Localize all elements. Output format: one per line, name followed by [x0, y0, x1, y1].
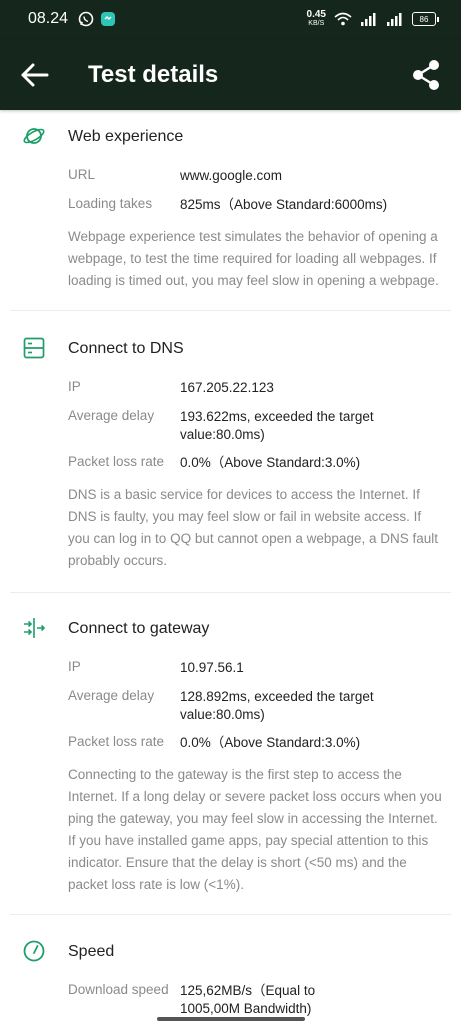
page-title: Test details — [88, 61, 219, 88]
wifi-icon — [334, 12, 352, 26]
section-description: DNS is a basic service for devices to ac… — [68, 487, 438, 568]
section-title: Connect to DNS — [68, 340, 184, 357]
packet-loss-value: 0.0%（Above Standard:3.0%) — [180, 735, 361, 750]
loading-value: 825ms（Above Standard:6000ms) — [180, 197, 388, 212]
network-speed-unit: KB/S — [308, 20, 325, 27]
section-title: Web experience — [68, 128, 184, 145]
loading-label: Loading takes — [68, 196, 153, 211]
share-icon[interactable] — [410, 58, 444, 92]
planet-icon — [23, 128, 45, 144]
section-description: Webpage experience test simulates the be… — [68, 229, 439, 288]
download-speed-value: 125,62MB/s（Equal to 1005,00M Bandwidth) — [180, 983, 316, 1016]
url-label: URL — [68, 167, 96, 182]
delay-value: 128.892ms, exceeded the target value:80.… — [180, 689, 374, 722]
ip-value: 167.205.22.123 — [180, 380, 274, 395]
section-connect-gateway: Connect to gateway IP 10.97.56.1 Average… — [0, 602, 461, 912]
app-bar: Test details — [0, 40, 461, 110]
signal-icon-1 — [361, 13, 376, 26]
gateway-arrows-icon — [24, 618, 46, 638]
packet-loss-value: 0.0%（Above Standard:3.0%) — [180, 455, 361, 470]
ip-value: 10.97.56.1 — [180, 660, 244, 675]
messenger-icon — [101, 12, 115, 26]
whatsapp-icon — [78, 11, 94, 27]
gesture-nav-bar[interactable] — [157, 1017, 305, 1021]
back-arrow-icon[interactable] — [20, 62, 50, 88]
section-web-experience: Web experience URL www.google.com Loadin… — [0, 110, 461, 310]
section-title: Speed — [68, 943, 115, 960]
battery-level: 86 — [419, 14, 429, 24]
section-connect-dns: Connect to DNS IP 167.205.22.123 Average… — [0, 322, 461, 588]
section-description: Connecting to the gateway is the first s… — [68, 767, 442, 892]
signal-icon-2 — [387, 13, 402, 26]
download-speed-label: Download speed — [68, 982, 169, 997]
divider — [10, 310, 451, 311]
delay-value: 193.622ms, exceeded the target value:80.… — [180, 409, 374, 442]
divider — [10, 592, 451, 593]
battery-icon: 86 — [412, 12, 439, 26]
network-speed-value: 0.45 — [306, 9, 326, 20]
status-time: 08.24 — [28, 10, 69, 27]
server-icon — [23, 337, 45, 359]
divider — [10, 914, 451, 915]
section-speed: Speed Download speed 125,62MB/s（Equal to… — [0, 925, 461, 1024]
ip-label: IP — [68, 379, 81, 394]
network-speed: 0.45 KB/S — [307, 10, 326, 28]
url-value: www.google.com — [180, 168, 283, 183]
packet-loss-label: Packet loss rate — [68, 454, 165, 469]
speedometer-icon — [23, 940, 45, 962]
notification-icons — [78, 11, 116, 27]
ip-label: IP — [68, 659, 81, 674]
delay-label: Average delay — [68, 408, 155, 423]
section-title: Connect to gateway — [68, 620, 210, 637]
status-bar: 08.24 0.45 KB/S 86 — [0, 0, 461, 40]
delay-label: Average delay — [68, 688, 155, 703]
packet-loss-label: Packet loss rate — [68, 734, 165, 749]
system-indicators: 0.45 KB/S 86 — [307, 10, 439, 28]
